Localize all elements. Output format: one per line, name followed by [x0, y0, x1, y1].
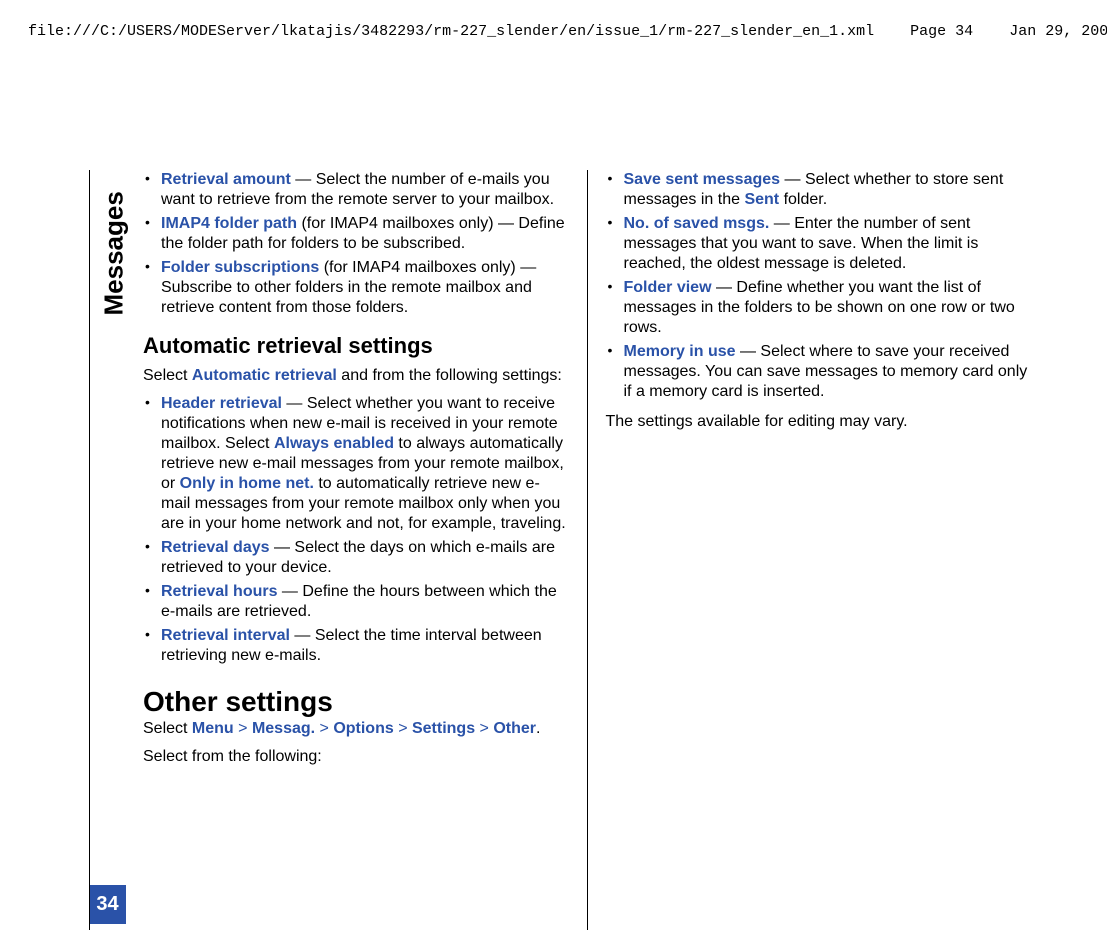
term: Retrieval amount [161, 171, 291, 188]
chevron-right-icon: > [234, 720, 252, 737]
term: Retrieval days [161, 539, 270, 556]
section-label: Messages [99, 196, 130, 316]
column-right: Save sent messages — Select whether to s… [588, 170, 1051, 930]
settings-may-vary: The settings available for editing may v… [606, 412, 1033, 432]
term: Sent [744, 191, 779, 208]
list-item: Retrieval days — Select the days on whic… [143, 538, 569, 578]
term: Only in home net. [180, 475, 314, 492]
page-body: Messages 34 Retrieval amount — Select th… [50, 170, 1050, 930]
page-number: 34 [90, 885, 126, 924]
text: and from the following settings: [337, 367, 562, 384]
chevron-right-icon: > [394, 720, 412, 737]
term: Retrieval hours [161, 583, 277, 600]
text: Select [143, 367, 192, 384]
chevron-right-icon: > [315, 720, 333, 737]
list-item: No. of saved msgs. — Enter the number of… [606, 214, 1033, 274]
other-settings-heading: Other settings [143, 684, 569, 719]
list-item: Save sent messages — Select whether to s… [606, 170, 1033, 210]
list-item: Retrieval hours — Define the hours betwe… [143, 582, 569, 622]
automatic-retrieval-intro: Select Automatic retrieval and from the … [143, 366, 569, 386]
retrieval-list: Retrieval amount — Select the number of … [143, 170, 569, 318]
automatic-retrieval-list: Header retrieval — Select whether you wa… [143, 394, 569, 666]
list-item: Retrieval interval — Select the time int… [143, 626, 569, 666]
list-item: Memory in use — Select where to save you… [606, 342, 1033, 402]
breadcrumb-step: Settings [412, 720, 475, 737]
breadcrumb-step: Menu [192, 720, 234, 737]
header-path: file:///C:/USERS/MODEServer/lkatajis/348… [28, 23, 874, 40]
list-item: Folder view — Define whether you want th… [606, 278, 1033, 338]
select-following: Select from the following: [143, 747, 569, 767]
term-automatic-retrieval: Automatic retrieval [192, 367, 337, 384]
spine: Messages 34 [50, 170, 125, 930]
term: IMAP4 folder path [161, 215, 297, 232]
term: No. of saved msgs. [624, 215, 770, 232]
header-page: Page 34 [910, 23, 973, 40]
term: Memory in use [624, 343, 736, 360]
term: Folder view [624, 279, 712, 296]
header-timestamp: Jan 29, 2007 12:37:36 PM [1009, 23, 1107, 40]
automatic-retrieval-heading: Automatic retrieval settings [143, 332, 569, 360]
term: Always enabled [274, 435, 394, 452]
list-item: Header retrieval — Select whether you wa… [143, 394, 569, 534]
breadcrumb: Select Menu > Messag. > Options > Settin… [143, 719, 569, 739]
breadcrumb-step: Other [493, 720, 536, 737]
column-left: Retrieval amount — Select the number of … [125, 170, 588, 930]
chevron-right-icon: > [475, 720, 493, 737]
term: Retrieval interval [161, 627, 290, 644]
content-columns: Retrieval amount — Select the number of … [125, 170, 1050, 930]
term: Header retrieval [161, 395, 282, 412]
breadcrumb-step: Options [333, 720, 393, 737]
breadcrumb-step: Messag. [252, 720, 315, 737]
list-item: IMAP4 folder path (for IMAP4 mailboxes o… [143, 214, 569, 254]
other-settings-list: Save sent messages — Select whether to s… [606, 170, 1033, 402]
list-item: Retrieval amount — Select the number of … [143, 170, 569, 210]
list-item: Folder subscriptions (for IMAP4 mailboxe… [143, 258, 569, 318]
term: Folder subscriptions [161, 259, 319, 276]
term: Save sent messages [624, 171, 781, 188]
print-header: file:///C:/USERS/MODEServer/lkatajis/348… [0, 0, 1107, 46]
